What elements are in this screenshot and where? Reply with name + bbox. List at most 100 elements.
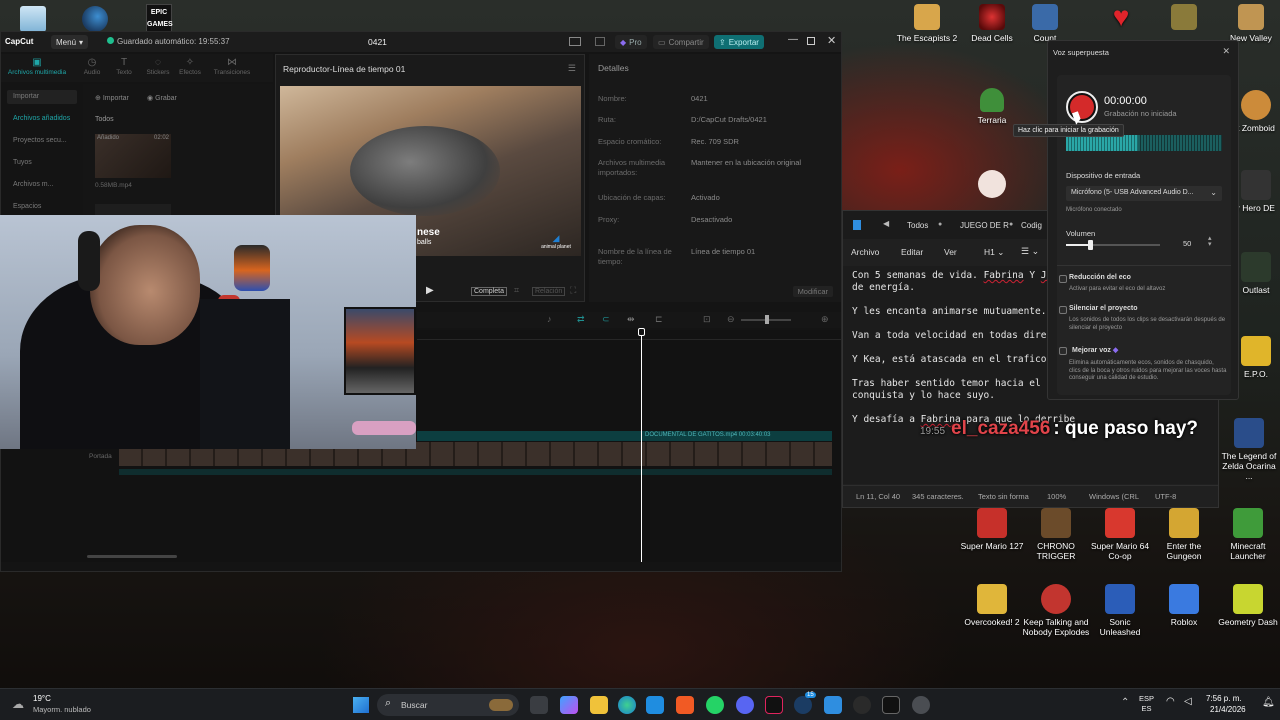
record-button[interactable]: ◉ Grabar (147, 94, 177, 102)
file-explorer-icon[interactable] (590, 696, 608, 714)
menu-ver[interactable]: Ver (944, 247, 957, 257)
discord-icon[interactable] (736, 696, 754, 714)
record-button[interactable] (1066, 91, 1098, 123)
tab-todos[interactable]: Todos (907, 221, 928, 230)
close-icon[interactable]: ✕ (1222, 46, 1230, 57)
keeptalking-desktop-icon[interactable]: Keep Talking and Nobody Explodes (1020, 584, 1092, 637)
list-icon[interactable]: ☰ ⌄ (1021, 246, 1039, 257)
epic-games-icon[interactable]: EPIC GAMES (146, 4, 173, 32)
chevron-up-icon[interactable]: ⌃ (1121, 697, 1129, 708)
pro-button[interactable]: ◆ Pro (615, 35, 647, 49)
echo-reduction-checkbox[interactable] (1059, 275, 1067, 283)
search-box[interactable]: ⌕ Buscar (377, 694, 519, 716)
chronotrigger-desktop-icon[interactable]: CHRONO TRIGGER (1024, 508, 1088, 561)
clock-date[interactable]: 21/4/2026 (1210, 705, 1246, 714)
capcut-taskbar-icon[interactable] (882, 696, 900, 714)
audio-track[interactable] (119, 469, 832, 475)
volume-icon[interactable]: ◁ (1184, 696, 1192, 707)
zoom-slider-thumb[interactable] (765, 315, 769, 324)
crop-icon[interactable]: ⌗ (514, 285, 519, 296)
store-icon[interactable] (646, 696, 664, 714)
obs-icon[interactable] (853, 696, 871, 714)
volume-slider[interactable] (1066, 240, 1160, 250)
left-import[interactable]: Importar (7, 90, 77, 104)
heart-desktop-icon[interactable]: ♥ (1089, 3, 1153, 33)
stepper-icon[interactable]: ▴ ▾ (1208, 235, 1212, 248)
left-projects[interactable]: Proyectos secu... (7, 134, 77, 148)
tab-codig[interactable]: Codig (1021, 221, 1042, 230)
epo-desktop-icon[interactable]: E.P.O. (1232, 336, 1280, 379)
caption-icon[interactable]: ⊡ (703, 314, 711, 325)
heading-dropdown[interactable]: H1 ⌄ (984, 247, 1004, 258)
complete-button[interactable]: Completa (471, 287, 507, 296)
video-clip[interactable]: DOCUMENTAL DE GATITOS.mp4 00:03:40:03 (417, 431, 832, 441)
tool-stickers[interactable]: ◌ Stickers (141, 57, 175, 76)
tool-text[interactable]: T Texto (107, 57, 141, 76)
mario64coop-desktop-icon[interactable]: Super Mario 64 Co-op (1088, 508, 1152, 561)
preview-icon[interactable]: ⊏ (655, 314, 663, 325)
settings-gear-icon[interactable] (912, 696, 930, 714)
link-icon[interactable]: ⇄ (577, 314, 585, 325)
language-indicator[interactable]: ESP ES (1139, 694, 1154, 714)
outlast-desktop-icon[interactable]: Outlast (1232, 252, 1280, 295)
tiktok-icon[interactable] (765, 696, 783, 714)
hero-desktop-icon[interactable]: r Hero DE (1232, 170, 1280, 213)
weather-icon[interactable]: ☁ (12, 697, 24, 711)
clock-time[interactable]: 7:56 p. m. (1206, 694, 1242, 703)
overcooked-desktop-icon[interactable]: Overcooked! 2 (960, 584, 1024, 627)
play-icon[interactable]: ▶ (426, 285, 434, 296)
ratio-button[interactable]: Relación (532, 287, 566, 296)
layout-icon[interactable] (569, 37, 581, 46)
escapists-desktop-icon[interactable]: The Escapists 2 (895, 4, 959, 43)
left-files[interactable]: Archivos m... (7, 178, 77, 192)
task-view-icon[interactable] (530, 696, 548, 714)
steam-taskbar-icon[interactable] (794, 696, 812, 714)
tool-effects[interactable]: ✧ Efectos (173, 57, 207, 76)
volume-thumb[interactable] (1088, 240, 1093, 250)
menu-button[interactable]: Menú ▾ (51, 35, 89, 49)
geometrydash-desktop-icon[interactable]: Geometry Dash (1216, 584, 1280, 627)
copilot-icon[interactable] (560, 696, 578, 714)
improve-voice-checkbox[interactable] (1059, 347, 1067, 355)
player-menu-icon[interactable]: ☰ (568, 63, 576, 74)
modify-button[interactable]: Modificar (792, 286, 833, 297)
steam-icon[interactable] (82, 6, 108, 32)
tool-audio[interactable]: ◷ Audio (75, 57, 109, 76)
screen-icon[interactable] (595, 37, 605, 46)
edge-icon[interactable] (618, 696, 636, 714)
zoom-out-icon[interactable]: ⊖ (727, 314, 735, 325)
whatsapp-icon[interactable] (706, 696, 724, 714)
deadcells-desktop-icon[interactable]: Dead Cells (960, 4, 1024, 43)
brave-icon[interactable] (676, 696, 694, 714)
playhead-handle[interactable] (638, 328, 645, 336)
tool-media[interactable]: ▣ Archivos multimedia (5, 57, 69, 76)
split-icon[interactable]: ⇹ (627, 314, 635, 325)
zoom-in-icon[interactable]: ⊕ (821, 314, 829, 325)
export-button[interactable]: ⇪ Exportar (714, 35, 764, 49)
filter-all[interactable]: Todos (95, 116, 114, 123)
game-desktop-icon[interactable] (1152, 4, 1216, 33)
mic-icon[interactable]: ♪ (547, 314, 552, 324)
share-button[interactable]: ▭ Compartir (653, 35, 709, 49)
input-device-select[interactable]: Micrófono (5- USB Advanced Audio D... ⌄ (1066, 186, 1222, 201)
supermario127-desktop-icon[interactable]: Super Mario 127 (960, 508, 1024, 551)
recycle-bin-icon[interactable] (20, 6, 46, 32)
mute-project-checkbox[interactable] (1059, 306, 1067, 314)
counterstrike-desktop-icon[interactable]: Count (1025, 4, 1065, 43)
playhead[interactable] (641, 330, 642, 562)
fullscreen-icon[interactable]: ⛶ (570, 285, 576, 296)
tool-transitions[interactable]: ⋈ Transiciones (207, 57, 257, 76)
wifi-icon[interactable]: ◠ (1166, 696, 1175, 707)
timeline-scrollbar[interactable] (87, 555, 177, 558)
tab-scroll-left-icon[interactable]: ◀ (883, 219, 889, 228)
menu-archivo[interactable]: Archivo (851, 247, 879, 257)
isaac-icon[interactable] (978, 170, 1006, 198)
minecraft-desktop-icon[interactable]: Minecraft Launcher (1216, 508, 1280, 561)
start-icon[interactable] (353, 697, 369, 713)
zelda-desktop-icon[interactable]: The Legend of Zelda Ocarina ... (1218, 418, 1280, 481)
roblox-desktop-icon[interactable]: Roblox (1152, 584, 1216, 627)
magnet-icon[interactable]: ⊂ (602, 314, 610, 325)
gungeon-desktop-icon[interactable]: Enter the Gungeon (1152, 508, 1216, 561)
notepad-taskbar-icon[interactable] (824, 696, 842, 714)
tab-juego[interactable]: JUEGO DE R (960, 221, 1009, 230)
